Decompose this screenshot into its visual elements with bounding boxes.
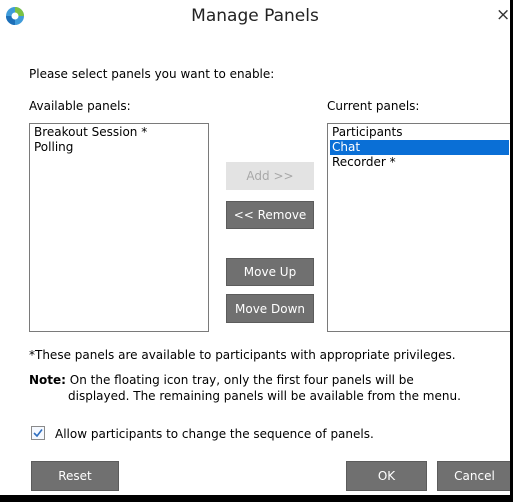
available-panels-label: Available panels: (29, 99, 131, 113)
footnote-text: *These panels are available to participa… (29, 348, 456, 362)
note-line-1: On the floating icon tray, only the firs… (69, 373, 414, 387)
remove-button[interactable]: << Remove (226, 201, 314, 229)
cancel-button[interactable]: Cancel (437, 461, 510, 491)
note-line-2: displayed. The remaining panels will be … (68, 389, 461, 403)
window-title: Manage Panels (191, 6, 319, 26)
ok-button[interactable]: OK (346, 461, 427, 491)
note-label: Note: (29, 373, 66, 387)
allow-reorder-checkbox[interactable] (31, 426, 45, 440)
note-text: Note: On the floating icon tray, only th… (29, 373, 414, 387)
reset-button[interactable]: Reset (31, 461, 119, 491)
list-item-selected[interactable]: Chat (330, 140, 509, 155)
available-panels-list[interactable]: Breakout Session * Polling (29, 123, 209, 332)
add-button[interactable]: Add >> (226, 162, 314, 190)
list-item[interactable]: Participants (330, 125, 509, 140)
instructions-text: Please select panels you want to enable: (29, 67, 275, 81)
allow-reorder-label[interactable]: Allow participants to change the sequenc… (55, 427, 374, 441)
title-bar[interactable]: Manage Panels × (0, 0, 510, 36)
list-item[interactable]: Breakout Session * (32, 125, 206, 140)
list-item[interactable]: Recorder * (330, 155, 509, 170)
manage-panels-dialog: Manage Panels × Please select panels you… (0, 0, 510, 495)
checkmark-icon (33, 429, 43, 438)
current-panels-label: Current panels: (327, 99, 420, 113)
list-item[interactable]: Polling (32, 140, 206, 155)
move-up-button[interactable]: Move Up (226, 258, 314, 286)
current-panels-list[interactable]: Participants Chat Recorder * (327, 123, 510, 332)
close-icon[interactable]: × (496, 5, 510, 25)
move-down-button[interactable]: Move Down (226, 294, 314, 323)
